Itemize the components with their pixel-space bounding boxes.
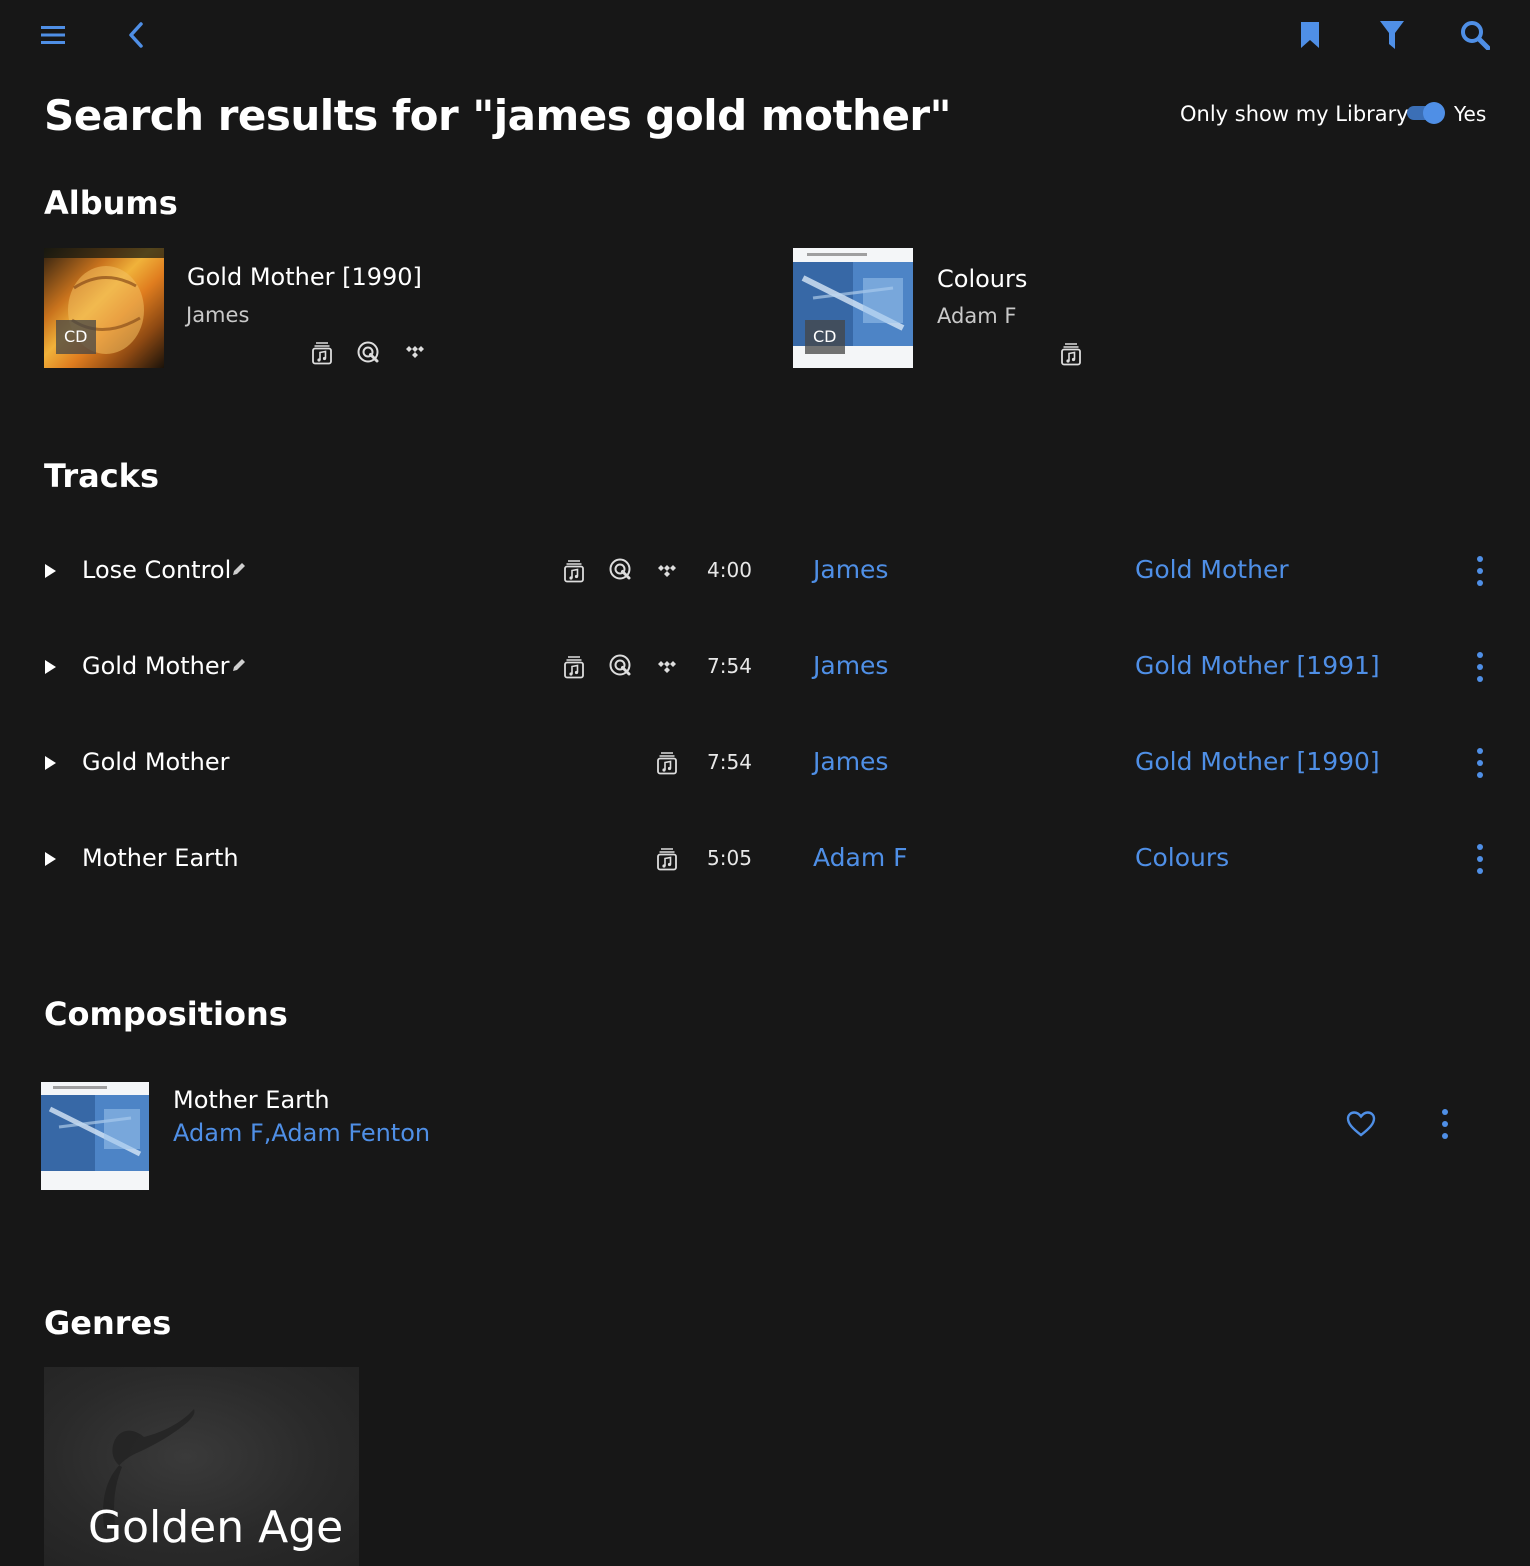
track-title: Mother Earth: [82, 844, 239, 872]
tidal-icon: [656, 563, 680, 581]
library-toggle-switch[interactable]: [1407, 102, 1445, 124]
library-icon: [563, 559, 585, 583]
track-artist-link[interactable]: James: [813, 648, 888, 684]
qobuz-icon: [609, 654, 633, 678]
library-icon: [311, 341, 333, 365]
album-title: Gold Mother [1990]: [187, 263, 422, 291]
track-title: Gold Mother: [82, 652, 230, 680]
track-album-link[interactable]: Colours: [1135, 840, 1229, 876]
genre-card[interactable]: Golden Age: [44, 1367, 359, 1566]
back-chevron-icon[interactable]: [120, 18, 152, 52]
albums-section-title: Albums: [44, 184, 178, 222]
more-options-icon[interactable]: [1466, 747, 1494, 779]
genre-name: Golden Age: [88, 1502, 344, 1553]
track-duration: 7:54: [707, 654, 752, 678]
compositions-section-title: Compositions: [44, 995, 288, 1033]
library-toggle-label: Only show my Library: [1180, 102, 1409, 126]
track-duration: 4:00: [707, 558, 752, 582]
play-icon[interactable]: [42, 563, 58, 579]
composition-composers-link[interactable]: Adam F,Adam Fenton: [173, 1117, 430, 1149]
track-album-link[interactable]: Gold Mother [1991]: [1135, 648, 1380, 684]
album-artist: James: [186, 303, 250, 327]
composition-cover-art: [41, 1082, 149, 1190]
track-artist-link[interactable]: James: [813, 552, 888, 588]
track-album-link[interactable]: Gold Mother [1990]: [1135, 744, 1380, 780]
album-card[interactable]: CD Colours Adam F: [793, 248, 1113, 370]
filter-funnel-icon[interactable]: [1374, 18, 1410, 52]
track-title: Gold Mother: [82, 748, 230, 776]
hamburger-menu-icon[interactable]: [36, 20, 70, 50]
album-card[interactable]: CD Gold Mother [1990] James: [44, 248, 464, 370]
tracks-section-title: Tracks: [44, 457, 159, 495]
play-icon[interactable]: [42, 755, 58, 771]
composition-title: Mother Earth: [173, 1086, 330, 1114]
track-duration: 5:05: [707, 846, 752, 870]
more-options-icon[interactable]: [1466, 843, 1494, 875]
edited-pencil-icon: [231, 561, 247, 577]
qobuz-icon: [609, 558, 633, 582]
track-artist-link[interactable]: Adam F: [813, 840, 908, 876]
more-options-icon[interactable]: [1466, 555, 1494, 587]
track-duration: 7:54: [707, 750, 752, 774]
track-row[interactable]: Mother Earth 5:05 Adam F Colours: [0, 811, 1530, 907]
more-options-icon[interactable]: [1431, 1108, 1459, 1140]
album-title: Colours: [937, 265, 1028, 293]
favorite-heart-icon[interactable]: [1346, 1110, 1376, 1138]
track-row[interactable]: Lose Control 4:00 James Gold Mother: [0, 523, 1530, 619]
library-icon: [656, 751, 678, 775]
cd-badge: CD: [56, 320, 96, 354]
track-row[interactable]: Gold Mother 7:54 James Gold Mother [1991…: [0, 619, 1530, 715]
track-artist-link[interactable]: James: [813, 744, 888, 780]
tidal-icon: [656, 659, 680, 677]
edited-pencil-icon: [231, 657, 247, 673]
play-icon[interactable]: [42, 659, 58, 675]
library-icon: [563, 655, 585, 679]
play-icon[interactable]: [42, 851, 58, 867]
page-title: Search results for "james gold mother": [44, 91, 952, 140]
bookmark-icon[interactable]: [1294, 18, 1326, 52]
tidal-icon: [404, 344, 428, 362]
track-row[interactable]: Gold Mother 7:54 James Gold Mother [1990…: [0, 715, 1530, 811]
album-cover-art: CD: [44, 248, 164, 368]
track-album-link[interactable]: Gold Mother: [1135, 552, 1289, 588]
library-toggle-value: Yes: [1454, 102, 1487, 126]
more-options-icon[interactable]: [1466, 651, 1494, 683]
toggle-knob: [1423, 102, 1445, 124]
qobuz-icon: [357, 341, 381, 365]
cd-badge: CD: [805, 320, 845, 354]
album-artist: Adam F: [937, 304, 1017, 328]
search-icon[interactable]: [1456, 18, 1494, 52]
genres-section-title: Genres: [44, 1304, 172, 1342]
track-title: Lose Control: [82, 556, 232, 584]
composition-row[interactable]: Mother Earth Adam F,Adam Fenton: [41, 1082, 1491, 1192]
library-icon: [656, 847, 678, 871]
album-cover-art: CD: [793, 248, 913, 368]
library-icon: [1060, 342, 1082, 366]
